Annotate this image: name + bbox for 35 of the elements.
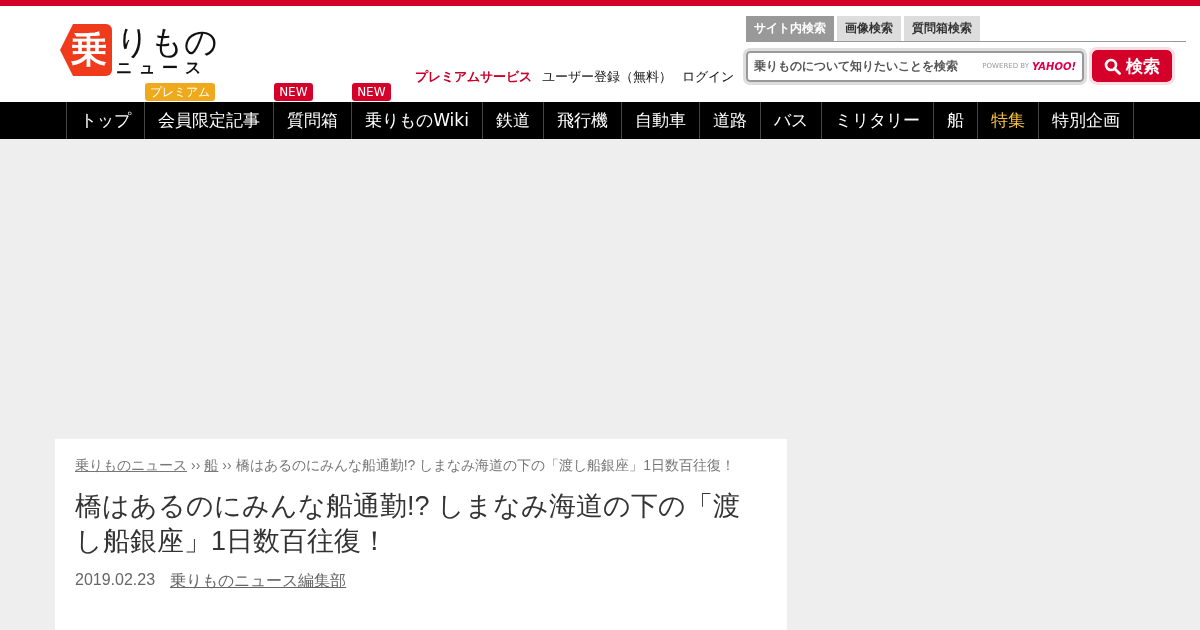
search-button[interactable]: 検索 [1092,50,1172,82]
header-link[interactable]: プレミアムサービス [415,68,532,86]
breadcrumb-link[interactable]: 船 [204,457,219,475]
nav-item[interactable]: 特集 [977,102,1038,139]
logo-subtext[interactable]: ニュース [116,59,218,76]
nav-item[interactable]: バス [760,102,821,139]
nav-item[interactable]: 鉄道 [482,102,543,139]
provider-logo: YAHOO! [1032,60,1076,72]
breadcrumb-separator: ›› [222,457,232,475]
header-link[interactable]: ログイン [682,68,734,86]
logo-text[interactable]: りもの [116,24,218,58]
nav-item[interactable]: 乗りものWiki [352,102,482,139]
nav-item[interactable]: 自動車 [621,102,699,139]
breadcrumb-separator: ›› [191,457,201,475]
logo-mark[interactable]: 乗 [60,24,112,76]
nav-item[interactable]: トップ [67,102,145,139]
search-tab[interactable]: 画像検索 [837,16,901,41]
article-date: 2019.02.23 [75,571,156,591]
nav-item[interactable]: 特別企画 [1038,102,1133,139]
nav-badge: プレミアム [145,83,216,102]
author-link[interactable]: 乗りものニュース編集部 [170,571,347,593]
nav-item[interactable]: 会員限定記事 [145,102,274,139]
article-title: 橋はあるのにみんな船通勤!? しまなみ海道の下の「渡し船銀座」1日数百往復！ [75,490,742,559]
breadcrumb-current: 橋はあるのにみんな船通勤!? しまなみ海道の下の「渡し船銀座」1日数百往復！ [235,457,735,475]
nav-item[interactable]: ミリタリー [821,102,933,139]
search-icon [1104,57,1121,75]
nav-item[interactable]: 質問箱 [274,102,352,139]
nav-item[interactable]: 道路 [699,102,760,139]
header-link[interactable]: ユーザー登録（無料） [542,68,672,86]
nav-item[interactable]: 船 [933,102,977,139]
nav-badge: NEW [352,83,391,102]
search-tab[interactable]: 質問箱検索 [904,16,980,41]
nav-badge: NEW [274,83,313,102]
nav-item[interactable]: 飛行機 [543,102,621,139]
breadcrumb-link[interactable]: 乗りものニュース [75,457,187,475]
